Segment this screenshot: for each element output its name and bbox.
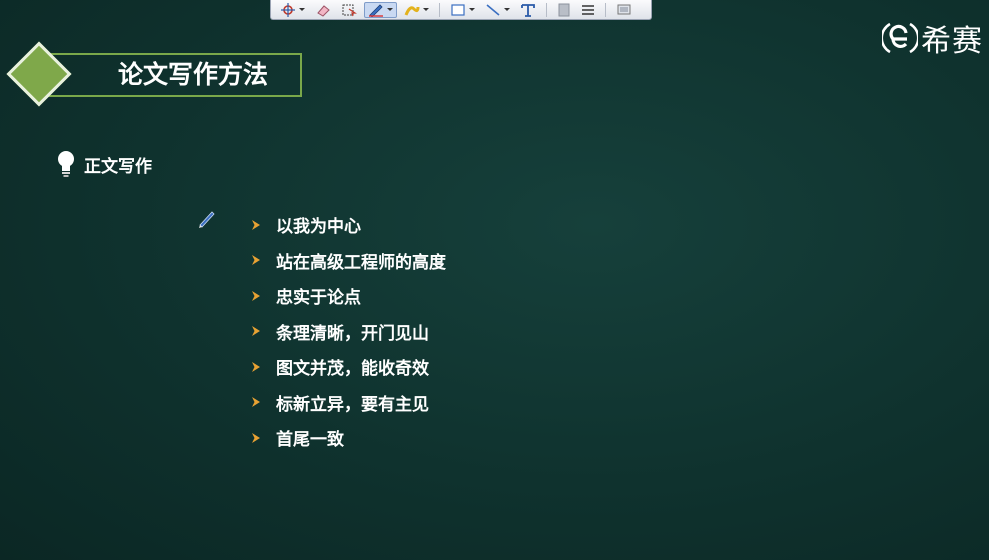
chevron-down-icon[interactable] xyxy=(387,8,393,11)
chevron-down-icon[interactable] xyxy=(469,8,475,11)
eraser-tool-button[interactable] xyxy=(312,2,334,18)
lightbulb-icon xyxy=(58,151,74,177)
list-item-text: 条理清晰，开门见山 xyxy=(276,323,429,344)
list-item: 以我为中心 xyxy=(250,207,446,243)
list-item-text: 首尾一致 xyxy=(276,430,344,451)
rectangle-tool-button[interactable] xyxy=(447,2,478,18)
screen-icon xyxy=(617,4,631,14)
list-item-text: 站在高级工程师的高度 xyxy=(276,252,446,273)
toolbar-divider xyxy=(439,2,440,17)
point-list: 以我为中心 站在高级工程师的高度 忠实于论点 条理清晰，开门见山 图文并茂，能收… xyxy=(250,207,446,456)
pointer-tool-button[interactable] xyxy=(277,2,308,18)
annotation-toolbar xyxy=(270,0,652,20)
chevron-down-icon[interactable] xyxy=(299,8,305,11)
text-icon xyxy=(521,3,535,17)
rectangle-icon xyxy=(451,3,465,16)
logo-e-icon xyxy=(882,22,918,54)
toolbar-divider xyxy=(546,2,547,17)
line-tool-button[interactable] xyxy=(482,2,513,18)
list-item-text: 标新立异，要有主见 xyxy=(276,394,429,415)
list-item: 标新立异，要有主见 xyxy=(250,385,446,421)
pointer-icon xyxy=(281,2,295,17)
section-title: 正文写作 xyxy=(84,156,152,177)
chevron-right-icon xyxy=(252,219,260,230)
list-item: 图文并茂，能收奇效 xyxy=(250,349,446,385)
slide-title: 论文写作方法 xyxy=(118,60,269,89)
pen-icon xyxy=(369,3,383,17)
list-item: 站在高级工程师的高度 xyxy=(250,243,446,279)
chevron-down-icon[interactable] xyxy=(504,8,510,11)
highlighter-icon xyxy=(404,5,420,16)
section-heading: 正文写作 xyxy=(56,150,152,178)
chevron-right-icon xyxy=(252,361,260,372)
pen-cursor-icon xyxy=(199,211,215,228)
chevron-right-icon xyxy=(252,255,260,266)
chevron-right-icon xyxy=(252,432,260,443)
list-item-text: 以我为中心 xyxy=(276,217,361,238)
chevron-right-icon xyxy=(252,326,260,337)
chevron-down-icon[interactable] xyxy=(423,8,429,11)
pen-tool-button[interactable] xyxy=(364,1,397,18)
list-item-text: 忠实于论点 xyxy=(276,288,361,309)
screen-button[interactable] xyxy=(613,2,635,18)
gray-box-button[interactable] xyxy=(554,2,574,18)
list-item: 首尾一致 xyxy=(250,420,446,456)
line-icon xyxy=(486,3,500,16)
logo-text: 希赛 xyxy=(921,24,983,59)
list-item: 忠实于论点 xyxy=(250,278,446,314)
chevron-right-icon xyxy=(252,397,260,408)
menu-lines-icon xyxy=(582,4,594,15)
toolbar-divider xyxy=(605,2,606,17)
brand-logo: 希赛 xyxy=(882,16,983,60)
highlighter-tool-button[interactable] xyxy=(401,2,432,18)
select-icon xyxy=(342,4,357,16)
chevron-right-icon xyxy=(252,290,260,301)
list-item-text: 图文并茂，能收奇效 xyxy=(276,359,429,380)
menu-button[interactable] xyxy=(578,2,598,18)
list-item: 条理清晰，开门见山 xyxy=(250,314,446,350)
gray-box-icon xyxy=(558,3,570,16)
eraser-icon xyxy=(317,4,330,17)
text-tool-button[interactable] xyxy=(517,2,539,18)
select-tool-button[interactable] xyxy=(338,2,360,18)
